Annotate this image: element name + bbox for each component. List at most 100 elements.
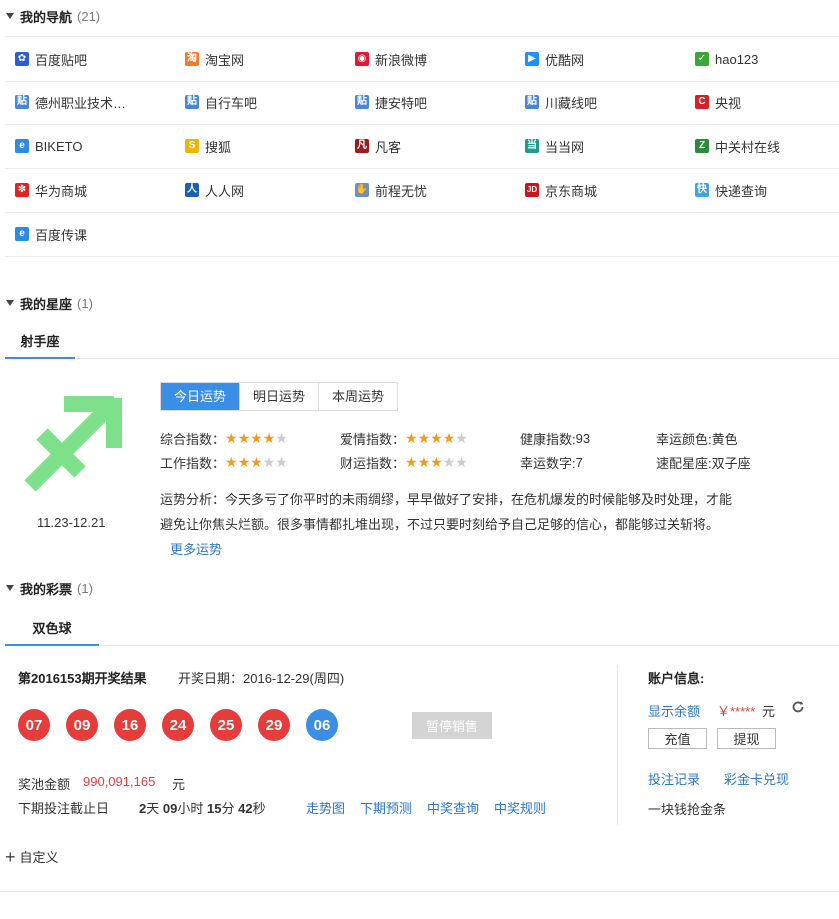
- bar-icon: 贴: [355, 95, 369, 109]
- red-ball: 29: [258, 709, 290, 741]
- nav-link[interactable]: 淘淘宝网: [185, 37, 244, 81]
- nav-link-label: 百度传课: [35, 227, 88, 243]
- trend-chart-link[interactable]: 走势图: [306, 798, 345, 817]
- nav-link[interactable]: 贴德州职业技术…: [15, 80, 126, 124]
- nav-link[interactable]: JD 京东商城: [525, 168, 597, 212]
- more-fortune-link[interactable]: 更多运势: [170, 539, 222, 558]
- nav-link-label: 央视: [715, 95, 742, 111]
- prize-card-link[interactable]: 彩金卡兑现: [724, 769, 789, 788]
- show-balance-link[interactable]: 显示余额: [648, 701, 700, 720]
- bet-record-link[interactable]: 投注记录: [648, 769, 700, 788]
- nav-link-label: 优酷网: [545, 52, 585, 68]
- tab-tomorrow-fortune[interactable]: 明日运势: [240, 383, 320, 410]
- nav-link[interactable]: S 搜狐: [185, 124, 231, 168]
- sohu-icon: S: [185, 139, 199, 153]
- hao123-icon: ✓: [695, 52, 709, 66]
- nav-link-label: 捷安特吧: [375, 95, 428, 111]
- tab-today-fortune[interactable]: 今日运势: [161, 383, 241, 410]
- nav-link[interactable]: e BIKETO: [15, 124, 82, 168]
- nav-link[interactable]: 贴川藏线吧: [525, 80, 597, 124]
- nav-section-header[interactable]: 我的导航 (21): [0, 6, 100, 26]
- red-ball: 09: [66, 709, 98, 741]
- match-sign-label: 速配星座:: [656, 455, 712, 471]
- recharge-button[interactable]: 充值: [648, 728, 707, 749]
- sales-paused-button: 暂停销售: [412, 712, 492, 739]
- horoscope-date-range: 11.23-12.21: [37, 515, 106, 530]
- refresh-icon[interactable]: [791, 700, 805, 714]
- wealth-index-label: 财运指数：: [340, 455, 406, 471]
- overall-index: 综合指数： ★★★★★: [160, 429, 288, 447]
- prize-rules-link[interactable]: 中奖规则: [494, 798, 546, 817]
- lucky-color-label: 幸运颜色:: [656, 431, 712, 447]
- lucky-number-label: 幸运数字:: [520, 455, 576, 471]
- nav-link[interactable]: 人人人网: [185, 168, 244, 212]
- tab-double-color-ball[interactable]: 双色球: [5, 610, 99, 646]
- match-sign: 速配星座: 双子座: [656, 453, 751, 471]
- nav-section-count: (21): [77, 8, 101, 24]
- nav-link-label: 中关村在线: [715, 139, 781, 155]
- sagittarius-symbol-icon: [24, 396, 122, 492]
- star-filled-icon: ★: [250, 453, 263, 470]
- love-index: 爱情指数： ★★★★★: [340, 429, 468, 447]
- zol-icon: Z: [695, 139, 709, 153]
- star-filled-icon: ★: [442, 429, 456, 446]
- nav-link[interactable]: ✓ hao123: [695, 37, 758, 81]
- promo-text[interactable]: 一块钱抢金条: [648, 799, 726, 818]
- lucky-number: 幸运数字: 7: [520, 453, 583, 471]
- tab-week-fortune[interactable]: 本周运势: [319, 383, 397, 410]
- nav-link-label: 川藏线吧: [545, 95, 598, 111]
- seconds-unit: 秒: [252, 801, 266, 816]
- plus-icon: +: [5, 846, 16, 867]
- customize-button[interactable]: + 自定义: [5, 847, 59, 866]
- prize-query-link[interactable]: 中奖查询: [427, 798, 479, 817]
- nav-link[interactable]: Z 中关村在线: [695, 124, 780, 168]
- customize-label: 自定义: [19, 850, 59, 865]
- nav-link-label: hao123: [715, 51, 759, 67]
- nav-link[interactable]: 凡凡客: [355, 124, 401, 168]
- horoscope-section-header[interactable]: 我的星座 (1): [0, 293, 93, 313]
- health-index-label: 健康指数:: [520, 431, 576, 447]
- nav-row: e 百度传课: [5, 212, 839, 257]
- nav-section-title: 我的导航: [20, 9, 73, 25]
- nav-link[interactable]: 贴自行车吧: [185, 80, 257, 124]
- cctv-icon: C: [695, 95, 709, 109]
- nav-link[interactable]: 快快递查询: [695, 168, 767, 212]
- star-empty-icon: ★: [275, 453, 288, 470]
- withdraw-button[interactable]: 提现: [717, 728, 776, 749]
- nav-link-label: 京东商城: [545, 183, 598, 199]
- health-index-value: 93: [575, 430, 591, 446]
- account-divider: [617, 665, 618, 825]
- nav-link[interactable]: ✽ 华为商城: [15, 168, 87, 212]
- tab-sagittarius[interactable]: 射手座: [5, 323, 75, 359]
- nav-link[interactable]: ▶ 优酷网: [525, 37, 584, 81]
- star-filled-icon: ★: [417, 453, 431, 470]
- kuaidi-icon: 快: [695, 183, 709, 197]
- overall-index-label: 综合指数：: [160, 431, 226, 447]
- nav-link[interactable]: C 央视: [695, 80, 741, 124]
- collapse-triangle-icon: [6, 300, 14, 306]
- work-rating-stars: ★★★★★: [225, 454, 288, 471]
- red-ball: 07: [18, 709, 50, 741]
- nav-link[interactable]: ◉ 新浪微博: [355, 37, 427, 81]
- baidu-paw-icon: ✿: [15, 52, 29, 66]
- account-info-title: 账户信息:: [648, 671, 705, 686]
- deadline-minutes: 15: [206, 801, 222, 816]
- nav-link[interactable]: ✋ 前程无忧: [355, 168, 427, 212]
- star-filled-icon: ★: [250, 429, 263, 446]
- horoscope-section-title: 我的星座: [20, 296, 73, 312]
- lottery-section-count: (1): [77, 580, 93, 596]
- lucky-number-value: 7: [575, 454, 583, 470]
- next-prediction-link[interactable]: 下期预测: [360, 798, 412, 817]
- collapse-triangle-icon: [6, 13, 14, 19]
- hand-icon: ✋: [355, 183, 369, 197]
- red-ball: 25: [210, 709, 242, 741]
- nav-link[interactable]: e 百度传课: [15, 212, 87, 256]
- nav-link[interactable]: 贴捷安特吧: [355, 80, 427, 124]
- nav-link[interactable]: ✿ 百度贴吧: [15, 37, 87, 81]
- nav-link[interactable]: 当当当网: [525, 124, 584, 168]
- huawei-icon: ✽: [15, 183, 29, 197]
- lucky-color-value: 黄色: [711, 431, 738, 447]
- jackpot-value: 990,091,165: [83, 774, 156, 789]
- lottery-section-header[interactable]: 我的彩票 (1): [0, 578, 93, 598]
- wealth-index: 财运指数： ★★★★★: [340, 453, 468, 471]
